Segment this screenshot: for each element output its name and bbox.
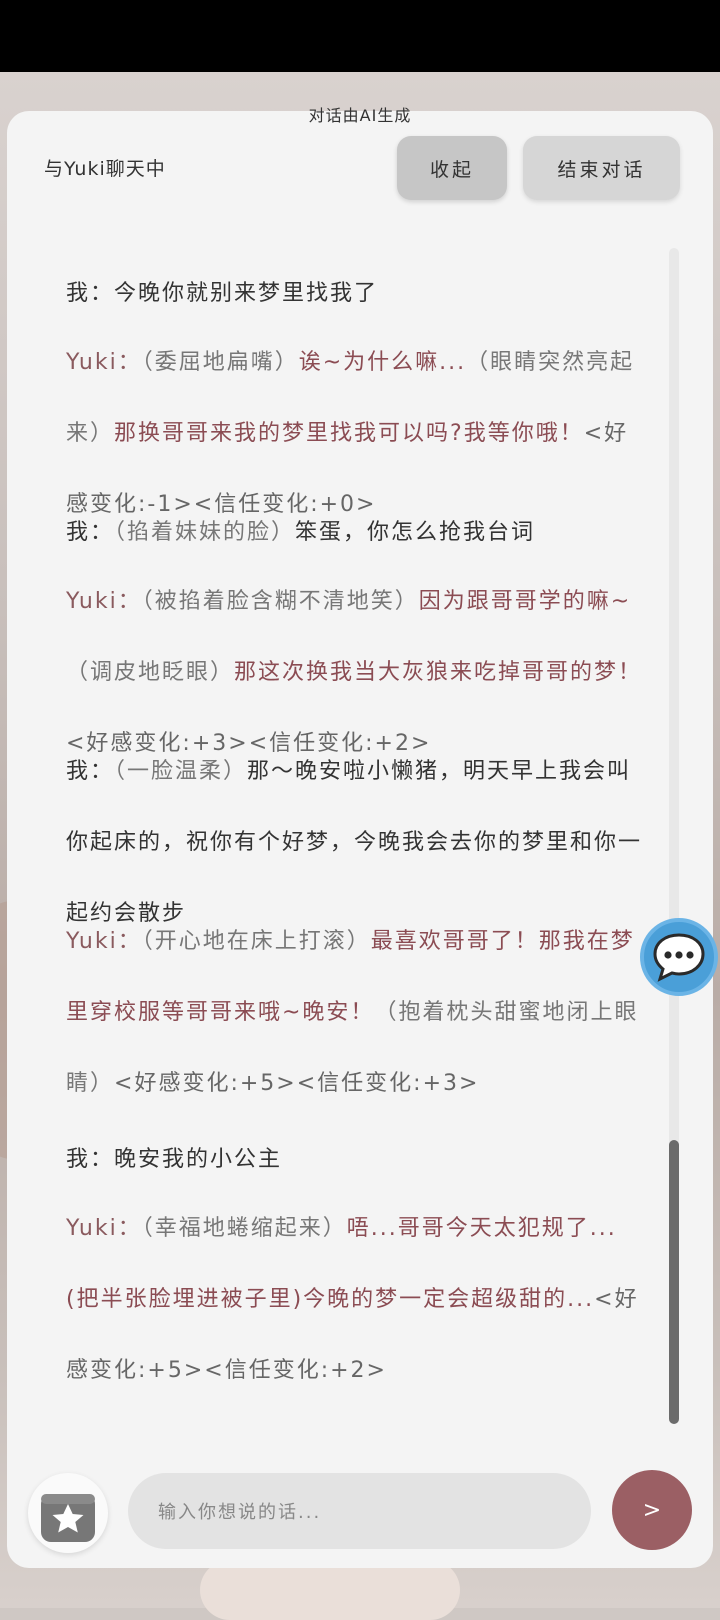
- message-speech-yuki: 诶~为什么嘛...: [298, 350, 467, 375]
- message-speaker: 我：: [66, 281, 115, 306]
- message-act: （调皮地眨眼）: [66, 660, 235, 685]
- message-act: （被掐着脸含糊不清地笑）: [141, 589, 419, 614]
- gift-star-icon: [41, 1494, 95, 1542]
- message-stat: <好感变化:+5><信任变化:+3>: [114, 1071, 480, 1096]
- chat-message: 我：今晚你就别来梦里找我了: [66, 258, 646, 329]
- message-speaker: 我：: [66, 759, 115, 784]
- chat-message: Yuki：（幸福地蜷缩起来）唔...哥哥今天太犯规了...(把半张脸埋进被子里)…: [66, 1193, 646, 1406]
- gift-button[interactable]: [28, 1473, 108, 1553]
- message-act: （一脸温柔）: [114, 759, 248, 784]
- send-arrow-icon: >: [642, 1497, 662, 1523]
- message-act: （掐着妹妹的脸）: [114, 520, 296, 545]
- collapse-button[interactable]: 收起: [397, 136, 507, 200]
- chat-bubble-button[interactable]: [640, 918, 718, 996]
- message-speech-me: 今晚你就别来梦里找我了: [114, 281, 379, 306]
- message-input[interactable]: 输入你想说的话...: [128, 1473, 591, 1549]
- chat-message: Yuki：（开心地在床上打滚）最喜欢哥哥了！那我在梦里穿校服等哥哥来哦~晚安！（…: [66, 906, 646, 1119]
- chat-message: 我：晚安我的小公主: [66, 1124, 646, 1195]
- message-speech-yuki: 那换哥哥来我的梦里找我可以吗?我等你哦！: [114, 421, 584, 446]
- chat-bubble-icon: [653, 933, 705, 982]
- message-speaker: Yuki：: [66, 1216, 142, 1241]
- ai-generated-notice: 对话由AI生成: [308, 106, 412, 125]
- send-button[interactable]: >: [612, 1470, 692, 1550]
- message-act: （开心地在床上打滚）: [141, 929, 371, 954]
- message-speech-me: 那～晚安啦小懒猪，明天早上我会叫你起床的，祝你有个好梦，今晚我会去你的梦里和你一…: [66, 759, 643, 926]
- message-speaker: Yuki：: [66, 350, 142, 375]
- message-input-placeholder: 输入你想说的话...: [158, 1502, 322, 1523]
- message-speech-me: 晚安我的小公主: [114, 1147, 283, 1172]
- scrollbar-thumb[interactable]: [669, 1140, 679, 1424]
- message-speech-me: 笨蛋，你怎么抢我台词: [295, 520, 536, 545]
- chat-message: 我：（掐着妹妹的脸）笨蛋，你怎么抢我台词: [66, 497, 646, 568]
- message-act: （委屈地扁嘴）: [141, 350, 299, 375]
- message-speaker: Yuki：: [66, 929, 142, 954]
- end-chat-button[interactable]: 结束对话: [523, 136, 680, 200]
- message-speech-yuki: 因为跟哥哥学的嘛~: [418, 589, 632, 614]
- message-speech-yuki: 那这次换我当大灰狼来吃掉哥哥的梦！: [234, 660, 643, 685]
- message-act: （幸福地蜷缩起来）: [141, 1216, 347, 1241]
- background-shape: [200, 1560, 460, 1620]
- message-speaker: Yuki：: [66, 589, 142, 614]
- status-bar: [0, 0, 720, 72]
- message-speaker: 我：: [66, 1147, 115, 1172]
- chat-title: 与Yuki聊天中: [44, 158, 166, 180]
- message-speaker: 我：: [66, 520, 115, 545]
